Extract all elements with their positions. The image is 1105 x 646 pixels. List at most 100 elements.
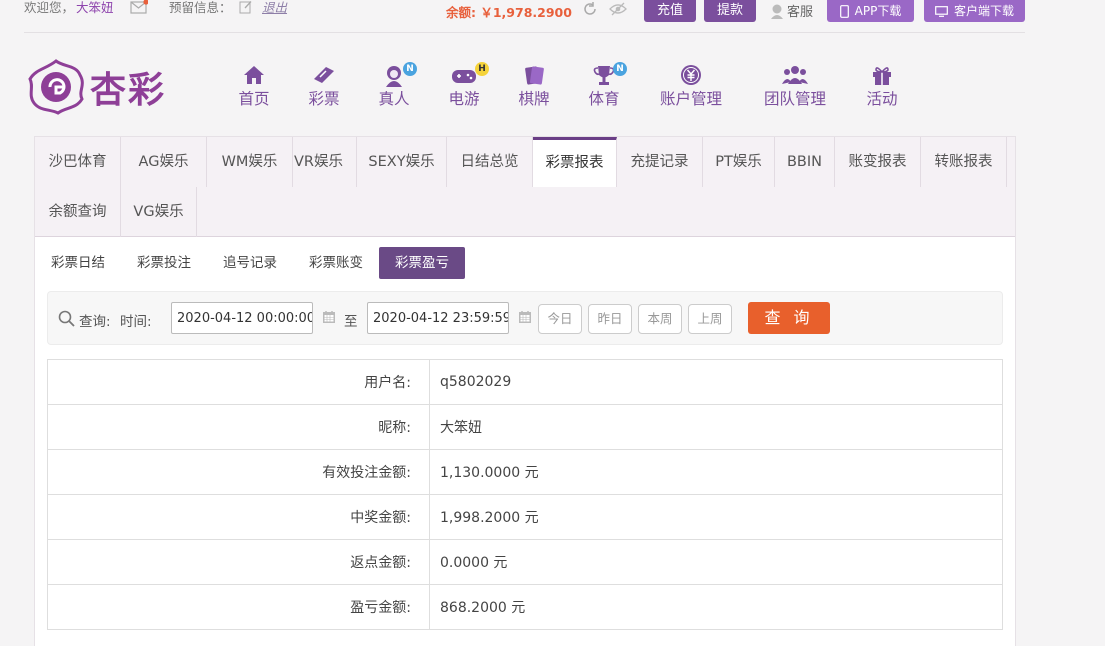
row-value: 1,130.0000 元: [429, 449, 1003, 495]
tab-transfer-report[interactable]: 转账报表: [921, 137, 1007, 187]
app-download-label: APP下载: [854, 4, 902, 18]
report-tabs: 沙巴体育 AG娱乐 WM娱乐 VR娱乐 SEXY娱乐 日结总览 彩票报表 充提记…: [35, 137, 1015, 237]
account-icon: [681, 65, 701, 85]
mail-icon[interactable]: [130, 0, 148, 14]
tab-bbin[interactable]: BBIN: [775, 137, 835, 187]
subtab-lottery-bets[interactable]: 彩票投注: [127, 247, 201, 279]
row-label: 盈亏金额:: [47, 584, 430, 630]
customer-service-icon: [771, 4, 783, 19]
tab-ag[interactable]: AG娱乐: [121, 137, 207, 187]
logout-link[interactable]: 退出: [262, 0, 287, 16]
nav-label: 电游: [448, 90, 480, 108]
username-link[interactable]: 大笨妞: [76, 0, 114, 16]
tab-vg[interactable]: VG娱乐: [121, 187, 197, 237]
home-icon: [244, 66, 264, 84]
table-row: 盈亏金额: 868.2000 元: [47, 584, 1003, 630]
nav-account[interactable]: 账户管理: [655, 62, 727, 112]
logo-text: 杏彩: [90, 69, 167, 111]
nav-label: 真人: [378, 90, 410, 108]
app-download-button[interactable]: APP下载: [827, 0, 914, 22]
edit-icon[interactable]: [237, 0, 255, 14]
subtab-lottery-account-change[interactable]: 彩票账变: [299, 247, 373, 279]
refresh-icon[interactable]: [581, 2, 599, 16]
subtab-lottery-profit-loss[interactable]: 彩票盈亏: [379, 247, 465, 279]
this-week-button[interactable]: 本周: [638, 304, 682, 334]
row-label: 昵称:: [47, 404, 430, 450]
row-value: 大笨妞: [429, 404, 1003, 450]
logo-emblem-icon: [28, 59, 84, 115]
welcome-text: 欢迎您，: [24, 0, 75, 15]
tab-account-change[interactable]: 账变报表: [835, 137, 921, 187]
recharge-button[interactable]: 充值: [644, 0, 696, 22]
search-icon: [58, 310, 75, 327]
to-label: 至: [344, 314, 358, 330]
nav-chess[interactable]: 棋牌: [511, 62, 557, 112]
query-label: 查询:: [79, 314, 111, 330]
site-logo[interactable]: 杏彩: [26, 56, 178, 118]
nav-team[interactable]: 团队管理: [759, 62, 831, 112]
customer-service-label: 客服: [787, 5, 814, 20]
nav-label: 棋牌: [518, 90, 550, 108]
client-download-button[interactable]: 客户端下载: [924, 0, 1025, 22]
table-row: 有效投注金额: 1,130.0000 元: [47, 449, 1003, 495]
row-label: 返点金额:: [47, 539, 430, 585]
reserve-info-label: 预留信息：: [169, 0, 232, 15]
nav-label: 首页: [238, 90, 270, 108]
nav-live[interactable]: N 真人: [371, 62, 417, 112]
nav-label: 账户管理: [659, 90, 722, 108]
row-value: q5802029: [429, 359, 1003, 405]
new-badge: N: [403, 62, 417, 76]
nav-promotions[interactable]: 活动: [859, 62, 905, 112]
nav-lottery[interactable]: 彩票: [301, 62, 347, 112]
gamepad-icon: [452, 70, 476, 83]
customer-service-link[interactable]: 客服: [770, 1, 813, 20]
lottery-icon: [314, 67, 334, 83]
row-label: 中奖金额:: [47, 494, 430, 540]
team-icon: [782, 66, 808, 84]
top-bar: 欢迎您， 大笨妞 预留信息： 退出 余额: ￥1,978.2900 充值 提款 …: [0, 0, 1105, 33]
query-bar: 查询: 时间: 至 今日 昨日 本周 上周 查 询: [47, 291, 1003, 345]
end-time-input[interactable]: [367, 302, 509, 334]
nav-label: 团队管理: [763, 90, 826, 108]
phone-icon: [839, 4, 849, 18]
time-label: 时间:: [120, 314, 152, 330]
tab-lottery-report[interactable]: 彩票报表: [533, 137, 617, 187]
nav-label: 活动: [866, 90, 898, 108]
nav-sports[interactable]: N 体育: [581, 62, 627, 112]
nav-home[interactable]: 首页: [231, 62, 277, 112]
tab-saba-sports[interactable]: 沙巴体育: [35, 137, 121, 187]
hot-badge: H: [475, 62, 489, 76]
calendar-icon[interactable]: [322, 310, 336, 324]
new-badge: N: [613, 62, 627, 76]
yesterday-button[interactable]: 昨日: [588, 304, 632, 334]
top-divider: [24, 32, 1025, 33]
cards-icon: [525, 66, 544, 85]
tab-pt[interactable]: PT娱乐: [703, 137, 775, 187]
table-row: 昵称: 大笨妞: [47, 404, 1003, 450]
query-submit-button[interactable]: 查 询: [748, 302, 830, 334]
row-value: 1,998.2000 元: [429, 494, 1003, 540]
table-row: 用户名: q5802029: [47, 359, 1003, 405]
nav-label: 彩票: [308, 90, 340, 108]
tab-sexy[interactable]: SEXY娱乐: [357, 137, 447, 187]
profit-loss-summary: 用户名: q5802029 昵称: 大笨妞 有效投注金额: 1,130.0000…: [47, 359, 1003, 630]
nav-egame[interactable]: H 电游: [441, 62, 489, 112]
hide-balance-icon[interactable]: [609, 2, 627, 16]
today-button[interactable]: 今日: [538, 304, 582, 334]
table-row: 返点金额: 0.0000 元: [47, 539, 1003, 585]
calendar-icon[interactable]: [518, 310, 532, 324]
tab-daily-overview[interactable]: 日结总览: [447, 137, 533, 187]
tab-balance-query[interactable]: 余额查询: [35, 187, 121, 237]
last-week-button[interactable]: 上周: [688, 304, 732, 334]
subtab-lottery-daily[interactable]: 彩票日结: [41, 247, 115, 279]
start-time-input[interactable]: [171, 302, 313, 334]
row-value: 0.0000 元: [429, 539, 1003, 585]
withdraw-button[interactable]: 提款: [704, 0, 756, 22]
tab-vr[interactable]: VR娱乐: [281, 137, 357, 187]
report-panel: 沙巴体育 AG娱乐 WM娱乐 VR娱乐 SEXY娱乐 日结总览 彩票报表 充提记…: [34, 136, 1016, 646]
tab-deposit-withdraw[interactable]: 充提记录: [617, 137, 703, 187]
table-row: 中奖金额: 1,998.2000 元: [47, 494, 1003, 540]
balance-text: 余额: ￥1,978.2900: [446, 5, 572, 20]
subtab-chase-records[interactable]: 追号记录: [213, 247, 287, 279]
row-label: 用户名:: [47, 359, 430, 405]
